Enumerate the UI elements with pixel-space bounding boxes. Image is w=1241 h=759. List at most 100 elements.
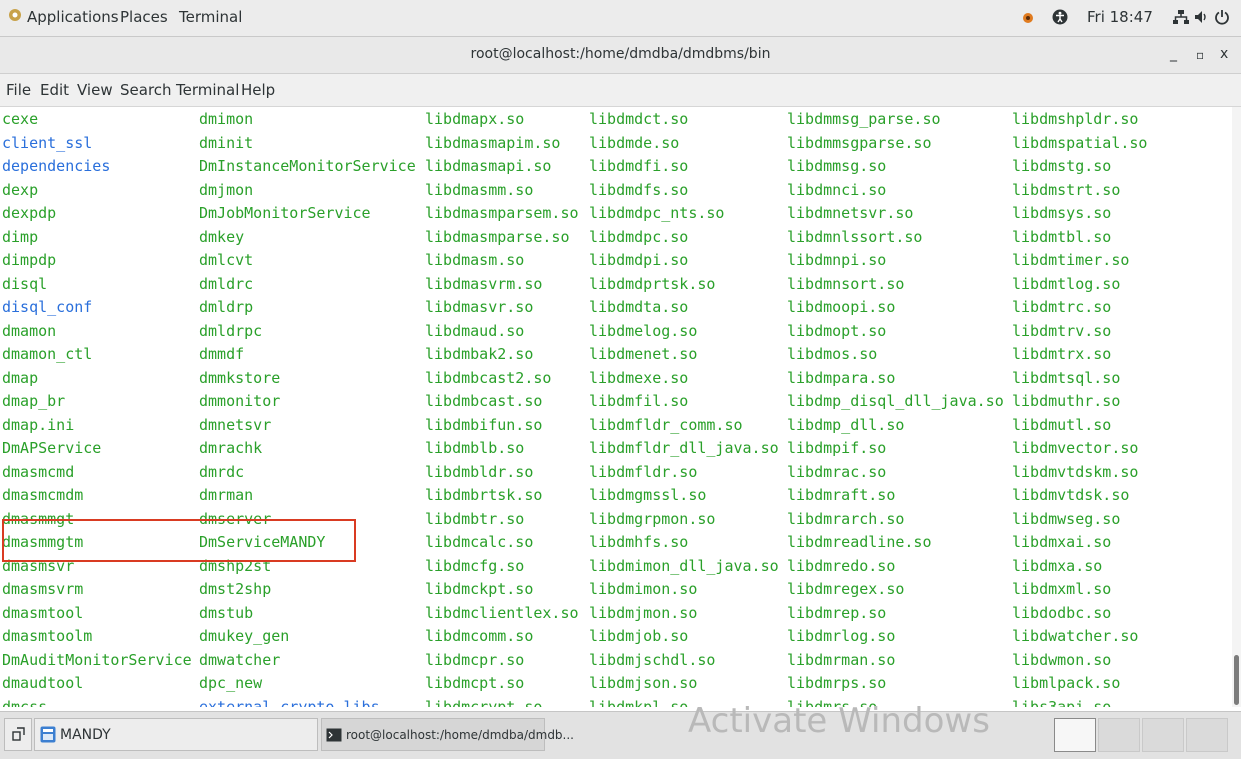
file-entry: libdodbc.so: [1012, 603, 1112, 622]
file-entry: libdmtrx.so: [1012, 345, 1112, 363]
scrollbar-thumb[interactable]: [1234, 655, 1239, 705]
file-entry: dmnetsvr: [199, 415, 272, 434]
file-entry: libdmasmparsem.so: [425, 204, 579, 222]
taskbar-item-terminal[interactable]: root@localhost:/home/dmdba/dmdb...: [321, 718, 574, 751]
file-entry: libdmwseg.so: [1012, 509, 1121, 528]
file-entry: dmasmsvrm: [2, 580, 84, 598]
file-entry: dmkey: [199, 227, 245, 246]
show-desktop-button[interactable]: [4, 718, 32, 751]
accessibility-icon[interactable]: [1052, 9, 1068, 29]
file-entry: libdmraft.so: [787, 486, 896, 504]
file-entry: libdwatcher.so: [1012, 627, 1139, 645]
directory-entry: dependencies: [2, 157, 111, 175]
file-entry: dmldrc: [199, 274, 254, 293]
file-entry: libs3api.so: [1012, 697, 1112, 708]
minimize-button[interactable]: _: [1170, 46, 1177, 62]
terminal-icon: [326, 728, 342, 746]
file-entry: DmJobMonitorService: [199, 204, 371, 222]
places-menu[interactable]: Places: [120, 8, 168, 26]
file-entry: libdmelog.so: [589, 321, 698, 340]
file-entry: libdmbcast.so: [425, 392, 543, 410]
file-entry: dmrman: [199, 486, 254, 504]
file-entry: dmmdf: [199, 345, 245, 363]
file-entry: libdmmsgparse.so: [787, 133, 932, 152]
file-entry: DmInstanceMonitorService: [199, 157, 416, 175]
file-entry: dmldrpc: [199, 321, 263, 340]
menu-help[interactable]: Help: [241, 81, 275, 99]
file-entry: libdwmon.so: [1012, 650, 1112, 669]
file-entry: libdmnlssort.so: [787, 227, 923, 246]
file-entry: libdmbtr.so: [425, 509, 525, 528]
file-entry: libdmvtdskm.so: [1012, 462, 1139, 481]
menu-edit[interactable]: Edit: [40, 81, 69, 99]
file-entry: libdmrman.so: [787, 650, 896, 669]
file-entry: dmrdc: [199, 462, 245, 481]
menu-terminal[interactable]: Terminal: [176, 81, 239, 99]
volume-icon[interactable]: [1193, 9, 1209, 29]
file-entry: dexp: [2, 180, 39, 199]
file-entry: libdmfldr_dll_java.so: [589, 439, 779, 457]
menu-file[interactable]: File: [6, 81, 31, 99]
file-entry: libdmnetsvr.so: [787, 204, 914, 222]
applications-menu[interactable]: Applications: [27, 8, 119, 26]
menu-search[interactable]: Search: [120, 81, 172, 99]
file-entry: libdmrac.so: [787, 462, 887, 481]
file-entry: libdmp_disql_dll_java.so: [787, 392, 1004, 410]
workspace-1[interactable]: [1054, 718, 1096, 752]
file-entry: libdmnsort.so: [787, 274, 905, 293]
file-entry: disql: [2, 274, 48, 293]
directory-entry: client_ssl: [2, 133, 93, 152]
network-icon[interactable]: [1172, 9, 1190, 29]
file-entry: libdmopt.so: [787, 321, 887, 340]
file-entry: libdmbldr.so: [425, 462, 534, 481]
file-entry: libdmxa.so: [1012, 556, 1103, 575]
close-button[interactable]: x: [1220, 46, 1228, 62]
file-entry: libdmp_dll.so: [787, 415, 905, 434]
file-entry: libdmdta.so: [589, 298, 689, 316]
file-entry: libdmredo.so: [787, 556, 896, 575]
maximize-button[interactable]: ▫: [1196, 48, 1204, 62]
file-entry: libdmblb.so: [425, 439, 525, 457]
terminal-app-menu[interactable]: Terminal: [179, 8, 242, 26]
file-entry: libdmfldr.so: [589, 462, 698, 481]
file-entry: libdmoopi.so: [787, 298, 896, 316]
file-entry: dmwatcher: [199, 650, 281, 669]
taskbar-item-label: root@localhost:/home/dmdba/dmdb...: [346, 728, 574, 742]
file-entry: libdmcalc.so: [425, 533, 534, 551]
workspace-4[interactable]: [1186, 718, 1228, 752]
clock[interactable]: Fri 18:47: [1087, 8, 1153, 26]
power-icon[interactable]: [1214, 9, 1230, 29]
taskbar: MANDY root@localhost:/home/dmdba/dmdb...: [0, 711, 1241, 759]
window-titlebar[interactable]: root@localhost:/home/dmdba/dmdbms/bin _ …: [0, 37, 1241, 74]
file-entry: dminit: [199, 133, 254, 152]
taskbar-item-mandy[interactable]: MANDY: [34, 718, 318, 751]
file-entry: dimp: [2, 227, 39, 246]
file-manager-icon: [40, 726, 56, 747]
workspace-2[interactable]: [1098, 718, 1140, 752]
file-entry: cexe: [2, 110, 39, 128]
file-entry: dimpdp: [2, 251, 57, 269]
file-entry: libdmcomm.so: [425, 627, 534, 645]
file-entry: libdmvtdsk.so: [1012, 486, 1130, 504]
applications-icon: [8, 8, 22, 26]
file-entry: libdmclientlex.so: [425, 603, 579, 622]
terminal-menubar: File Edit View Search Terminal Help: [0, 74, 1241, 107]
file-entry: libdmfldr_comm.so: [589, 415, 743, 434]
file-entry: libdmdpc_nts.so: [589, 204, 725, 222]
file-entry: libdmvector.so: [1012, 439, 1139, 457]
terminal-output[interactable]: cexe client_ssl dependencies dexp dexpdp dimp…: [0, 107, 1232, 707]
file-entry: libdmdfs.so: [589, 180, 689, 199]
status-dot-icon[interactable]: [1022, 10, 1034, 28]
workspace-3[interactable]: [1142, 718, 1184, 752]
menu-view[interactable]: View: [77, 81, 113, 99]
file-entry: libdmbak2.so: [425, 345, 534, 363]
file-entry: libdmasm.so: [425, 251, 525, 269]
terminal-scrollbar[interactable]: [1232, 107, 1241, 707]
file-entry: libdmrlog.so: [787, 627, 896, 645]
file-entry: libdmimon_dll_java.so: [589, 556, 779, 575]
file-entry: libdmbifun.so: [425, 415, 543, 434]
file-entry: libdmregex.so: [787, 580, 905, 598]
file-entry: libdmjob.so: [589, 627, 689, 645]
file-entry: libdmasmapi.so: [425, 157, 552, 175]
file-entry: dmap: [2, 368, 39, 387]
